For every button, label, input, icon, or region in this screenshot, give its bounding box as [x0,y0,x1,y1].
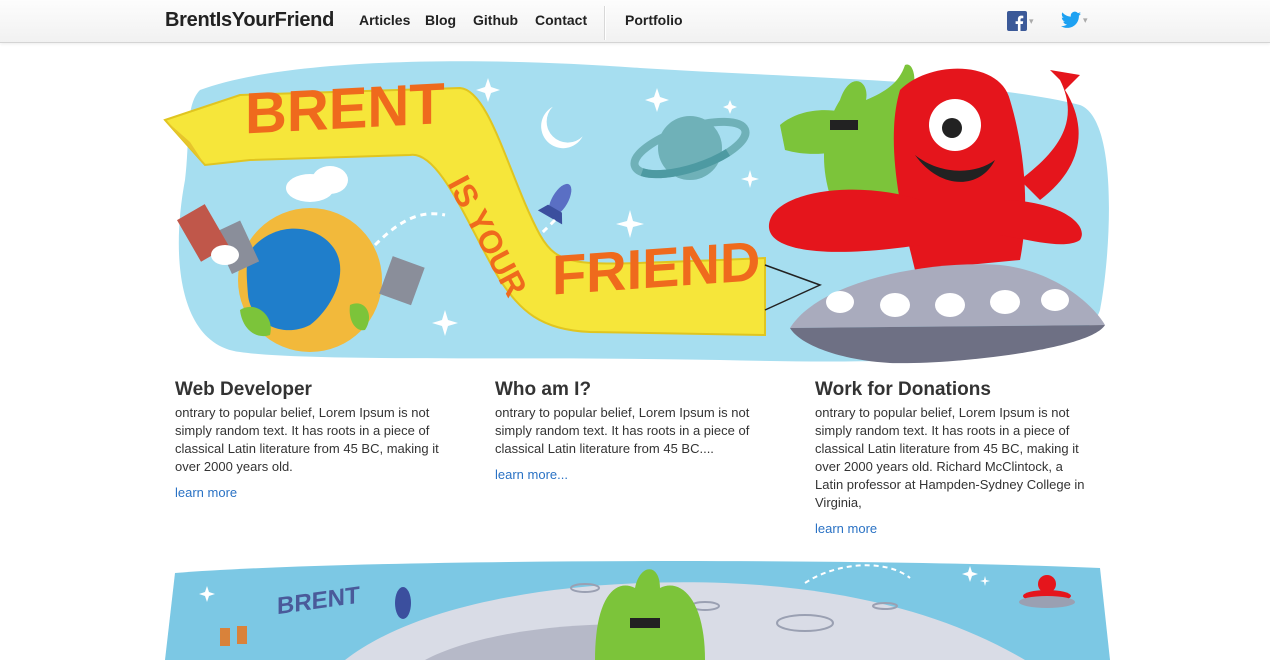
chevron-down-icon: ▾ [1083,14,1088,25]
feature-web-developer: Web Developer ontrary to popular belief,… [175,378,445,502]
learn-more-link[interactable]: learn more [175,485,237,500]
nav-portfolio[interactable]: Portfolio [625,12,683,28]
footer-illustration: BRENT [165,561,1110,660]
feature-title: Who am I? [495,379,592,400]
banner-text-brent: BRENT [245,71,445,146]
facebook-dropdown[interactable]: ▾ [1007,11,1034,31]
feature-title: Web Developer [175,379,312,400]
feature-text: ontrary to popular belief, Lorem Ipsum i… [815,405,1085,510]
nav-contact[interactable]: Contact [535,12,587,28]
chevron-down-icon: ▾ [1029,15,1034,26]
twitter-dropdown[interactable]: ▾ [1061,11,1088,29]
twitter-icon [1061,11,1081,28]
feature-work-for-donations: Work for Donations ontrary to popular be… [815,378,1085,538]
learn-more-link[interactable]: learn more... [495,467,568,482]
nav-github[interactable]: Github [473,12,518,28]
feature-title: Work for Donations [815,379,991,400]
brand-logo-link[interactable]: BrentIsYourFriend [165,9,334,32]
feature-text: ontrary to popular belief, Lorem Ipsum i… [495,405,750,456]
hero-illustration: BRENT IS YOUR FRIEND [163,61,1109,364]
nav-divider [604,6,606,40]
nav-blog[interactable]: Blog [425,12,456,28]
feature-who-am-i: Who am I? ontrary to popular belief, Lor… [495,378,765,484]
learn-more-link[interactable]: learn more [815,521,877,536]
facebook-icon [1007,11,1027,31]
feature-text: ontrary to popular belief, Lorem Ipsum i… [175,405,439,474]
top-navbar: BrentIsYourFriend Articles Blog Github C… [0,0,1270,43]
nav-articles[interactable]: Articles [359,12,410,28]
